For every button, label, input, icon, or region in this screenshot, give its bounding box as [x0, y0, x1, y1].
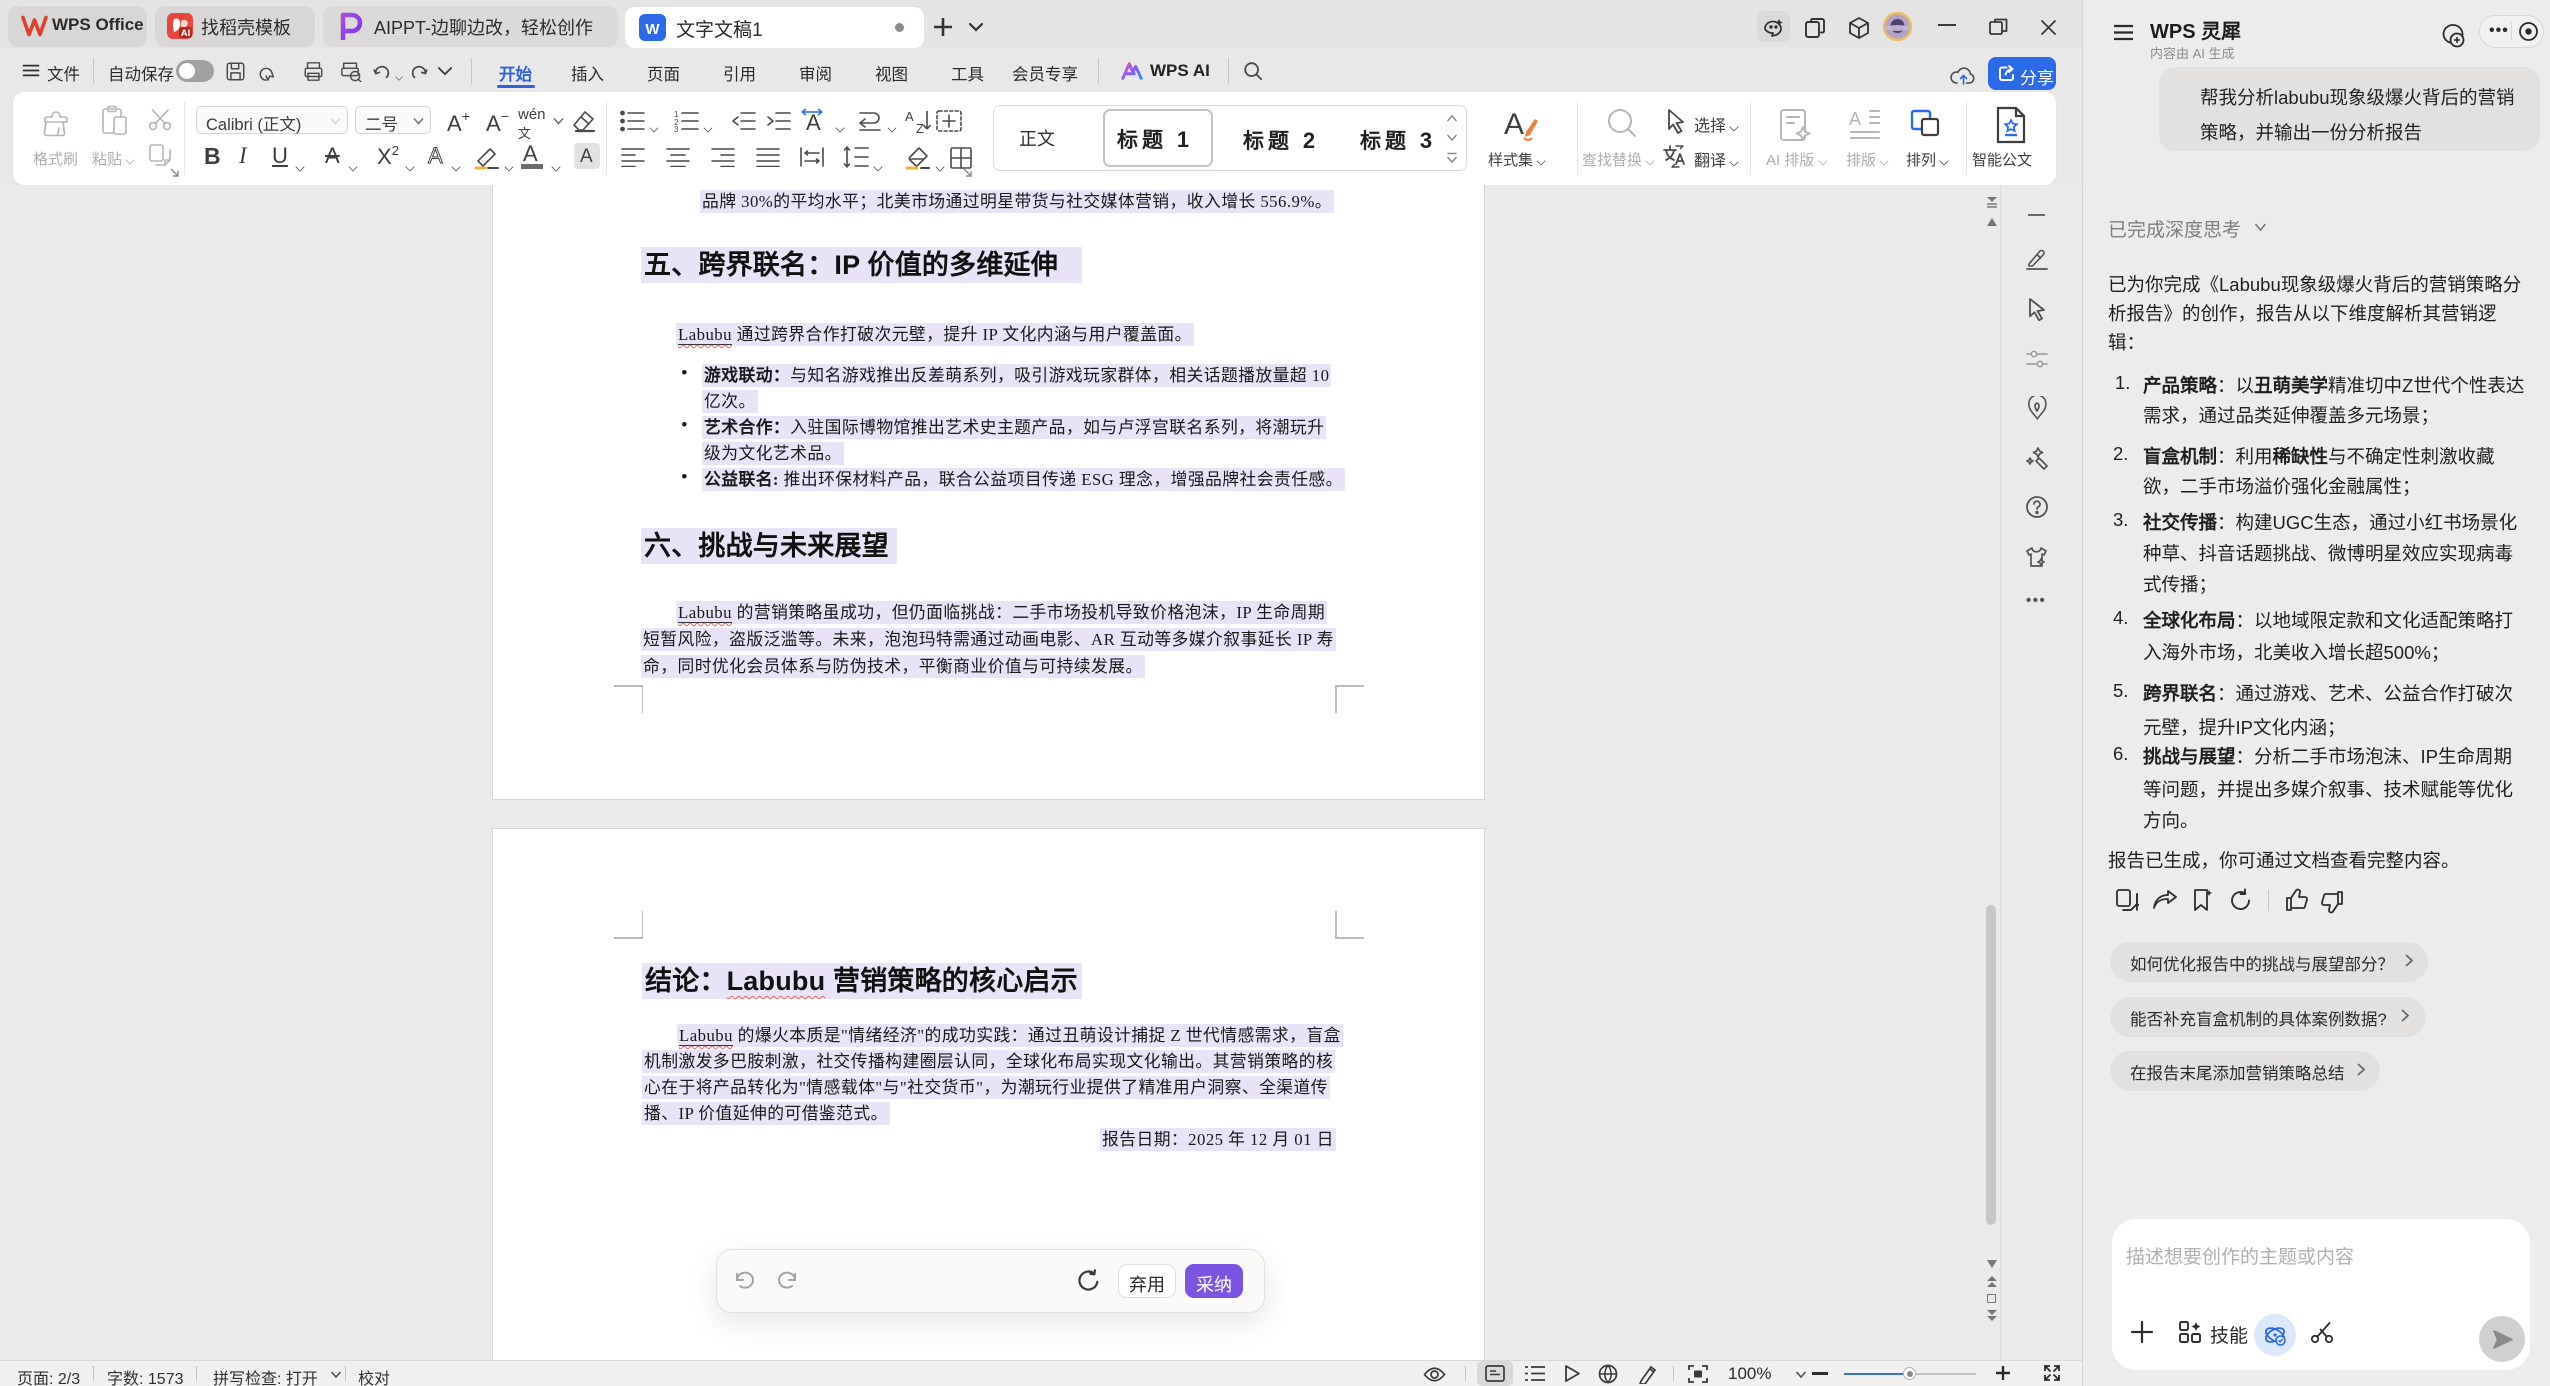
- svg-text:Z: Z: [916, 121, 924, 134]
- svg-text:A: A: [1504, 108, 1524, 141]
- svg-text:AI: AI: [181, 28, 191, 39]
- svg-text:A: A: [1849, 109, 1861, 129]
- svg-text:3: 3: [674, 125, 679, 132]
- svg-text:W: W: [645, 21, 660, 38]
- svg-text:A: A: [905, 109, 914, 124]
